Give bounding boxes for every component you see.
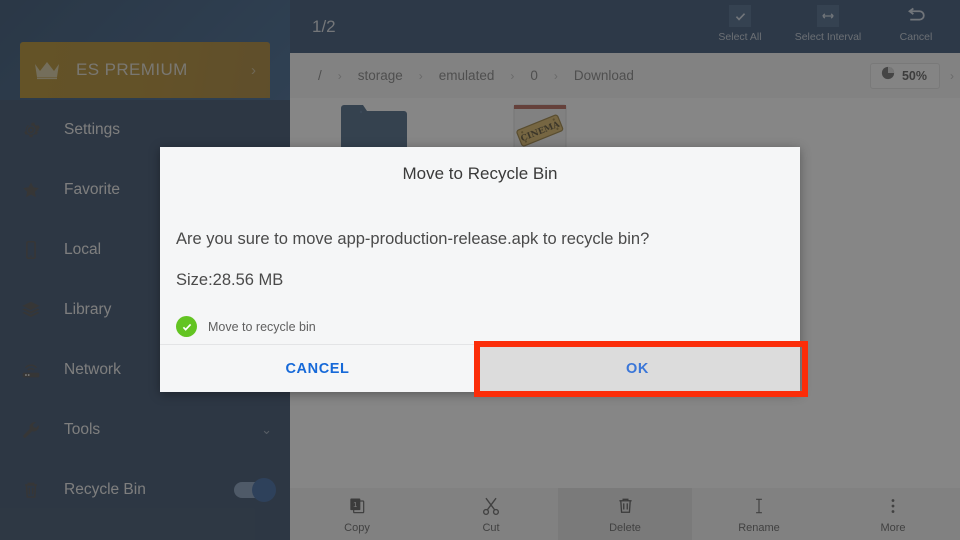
check-circle-icon: [176, 316, 197, 337]
dialog-actions: CANCEL OK: [160, 345, 800, 392]
app-root: ES PREMIUM › Settings Fav: [0, 0, 960, 540]
dialog-title: Move to Recycle Bin: [402, 164, 558, 183]
ok-button[interactable]: OK: [475, 345, 800, 392]
dialog-body: Are you sure to move app-production-rele…: [160, 184, 800, 344]
dialog-message: Are you sure to move app-production-rele…: [176, 230, 650, 248]
dialog-file-size: Size:28.56 MB: [176, 271, 284, 289]
checkbox-label: Move to recycle bin: [208, 319, 316, 334]
cancel-button[interactable]: CANCEL: [160, 345, 475, 392]
move-to-recycle-bin-dialog: Move to Recycle Bin Are you sure to move…: [160, 147, 800, 392]
move-to-recycle-bin-checkbox[interactable]: Move to recycle bin: [176, 316, 784, 337]
